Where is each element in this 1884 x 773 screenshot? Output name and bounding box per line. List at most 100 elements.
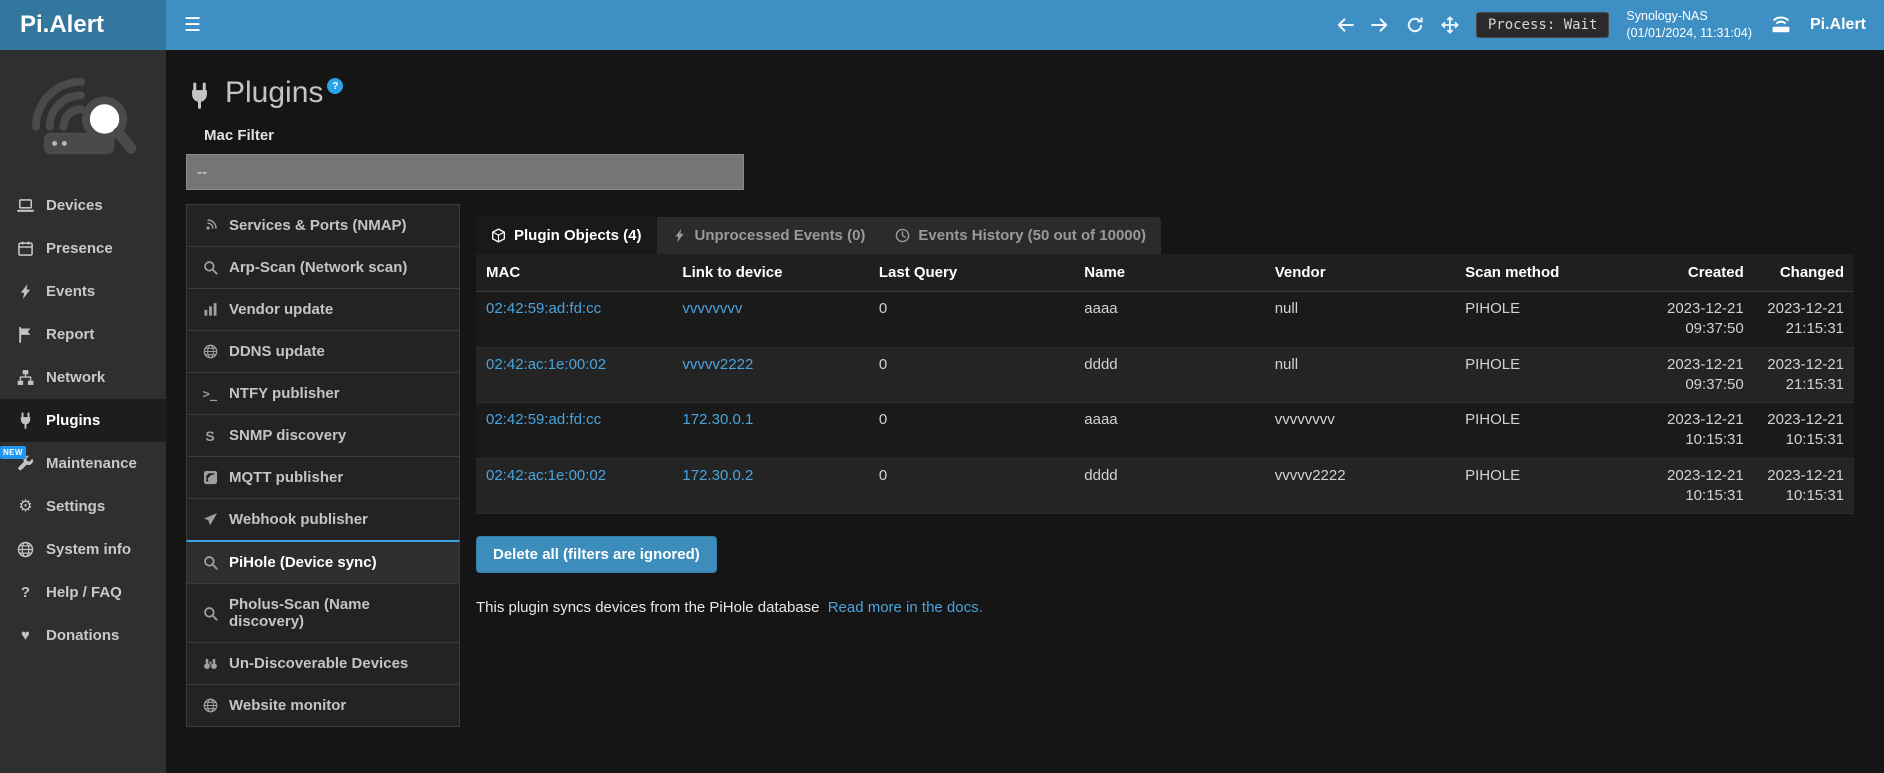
mac-link[interactable]: 02:42:59:ad:fd:cc bbox=[486, 411, 601, 428]
refresh-icon[interactable] bbox=[1406, 16, 1424, 34]
process-status-badge: Process: Wait bbox=[1476, 12, 1610, 38]
plugin-item-webhook-publisher[interactable]: Webhook publisher bbox=[186, 498, 460, 541]
vendor-cell: null bbox=[1265, 292, 1455, 348]
plugin-item-label: PiHole (Device sync) bbox=[229, 554, 377, 571]
plugin-panel: Plugin Objects (4) Unprocessed Events (0… bbox=[476, 204, 1854, 727]
last-query-cell: 0 bbox=[869, 347, 1074, 403]
sidebar-item-donations[interactable]: ♥ Donations bbox=[0, 614, 166, 657]
device-link[interactable]: 172.30.0.1 bbox=[682, 411, 753, 428]
table-row: 02:42:ac:1e:00:02vvvvv22220ddddnullPIHOL… bbox=[476, 347, 1854, 403]
plugin-item-un-discoverable-devices[interactable]: Un-Discoverable Devices bbox=[186, 642, 460, 685]
device-link[interactable]: vvvvv2222 bbox=[682, 356, 753, 373]
sidebar-item-network[interactable]: Network bbox=[0, 356, 166, 399]
plugin-item-label: Vendor update bbox=[229, 301, 333, 318]
app-logo[interactable]: Pi.Alert bbox=[0, 0, 166, 50]
question-icon: ? bbox=[16, 585, 35, 600]
device-link[interactable]: 172.30.0.2 bbox=[682, 467, 753, 484]
mac-filter-input[interactable] bbox=[186, 154, 744, 190]
plugin-item-label: Services & Ports (NMAP) bbox=[229, 217, 407, 234]
mac-link[interactable]: 02:42:ac:1e:00:02 bbox=[486, 356, 606, 373]
table-row: 02:42:59:ad:fd:cc172.30.0.10aaaavvvvvvvv… bbox=[476, 403, 1854, 459]
network-status-icon bbox=[1769, 15, 1793, 35]
search-icon bbox=[201, 555, 219, 570]
plugin-item-label: Website monitor bbox=[229, 697, 346, 714]
col-last-query: Last Query bbox=[869, 254, 1074, 292]
globe-icon bbox=[201, 698, 219, 713]
table-body: 02:42:59:ad:fd:ccvvvvvvvv0aaaanullPIHOLE… bbox=[476, 292, 1854, 514]
history-icon bbox=[895, 228, 910, 243]
sidebar-item-maintenance[interactable]: Maintenance NEW bbox=[0, 442, 166, 485]
help-badge[interactable]: ? bbox=[327, 78, 343, 94]
sidebar-item-label: Network bbox=[46, 369, 105, 386]
plugin-item-snmp-discovery[interactable]: S SNMP discovery bbox=[186, 414, 460, 457]
plugin-note-text: This plugin syncs devices from the PiHol… bbox=[476, 599, 820, 616]
tab-events-history-50-out-of-10000[interactable]: Events History (50 out of 10000) bbox=[880, 217, 1161, 254]
devices-icon bbox=[16, 197, 35, 214]
plugin-item-services-ports-nmap[interactable]: Services & Ports (NMAP) bbox=[186, 204, 460, 247]
col-mac: MAC bbox=[476, 254, 672, 292]
delete-all-button[interactable]: Delete all (filters are ignored) bbox=[476, 536, 717, 573]
sidebar-item-label: Plugins bbox=[46, 412, 100, 429]
plugin-item-website-monitor[interactable]: Website monitor bbox=[186, 684, 460, 727]
objects-table: MACLink to deviceLast QueryNameVendorSca… bbox=[476, 254, 1854, 514]
plugin-item-pihole-device-sync[interactable]: PiHole (Device sync) bbox=[186, 540, 460, 584]
sidebar-item-label: System info bbox=[46, 541, 131, 558]
plugin-item-label: Un-Discoverable Devices bbox=[229, 655, 408, 672]
sidebar-item-events[interactable]: Events bbox=[0, 270, 166, 313]
tab-plugin-objects-4[interactable]: Plugin Objects (4) bbox=[476, 217, 657, 254]
device-link[interactable]: vvvvvvvv bbox=[682, 300, 742, 317]
mac-link[interactable]: 02:42:59:ad:fd:cc bbox=[486, 300, 601, 317]
table-row: 02:42:ac:1e:00:02172.30.0.20ddddvvvvv222… bbox=[476, 458, 1854, 514]
sidebar-item-label: Presence bbox=[46, 240, 113, 257]
plugin-item-ntfy-publisher[interactable]: >_ NTFY publisher bbox=[186, 372, 460, 415]
chart-icon bbox=[201, 302, 219, 317]
search-icon bbox=[201, 260, 219, 275]
pialert-app: { "colors": { "navbar": "#3e8fc4", "logo… bbox=[0, 0, 1884, 773]
sidebar-toggle-icon[interactable]: ☰ bbox=[166, 14, 219, 37]
plugin-item-pholus-scan-name-discovery[interactable]: Pholus-Scan (Name discovery) bbox=[186, 583, 460, 643]
gear-icon: ⚙ bbox=[16, 499, 35, 515]
col-changed: Changed bbox=[1754, 254, 1854, 292]
heart-icon: ♥ bbox=[16, 628, 35, 643]
docs-link[interactable]: Read more in the docs. bbox=[828, 599, 983, 616]
sidebar-item-label: Devices bbox=[46, 197, 103, 214]
sidebar-item-label: Donations bbox=[46, 627, 119, 644]
mac-link[interactable]: 02:42:ac:1e:00:02 bbox=[486, 467, 606, 484]
page-header: Plugins ? bbox=[186, 78, 1854, 109]
sidebar-item-help-faq[interactable]: ? Help / FAQ bbox=[0, 571, 166, 614]
tab-label: Unprocessed Events (0) bbox=[695, 227, 866, 244]
plug-icon bbox=[16, 412, 35, 429]
snmp-icon: S bbox=[201, 429, 219, 443]
pialert-logo bbox=[0, 50, 166, 176]
tab-label: Events History (50 out of 10000) bbox=[918, 227, 1146, 244]
tab-unprocessed-events-0[interactable]: Unprocessed Events (0) bbox=[657, 217, 881, 254]
name-cell: aaaa bbox=[1074, 292, 1264, 348]
sidebar: Devices Presence Events Report Network P… bbox=[0, 50, 166, 773]
binoculars-icon bbox=[201, 656, 219, 671]
sidebar-item-system-info[interactable]: System info bbox=[0, 528, 166, 571]
plugin-item-mqtt-publisher[interactable]: MQTT publisher bbox=[186, 456, 460, 499]
sidebar-item-settings[interactable]: ⚙ Settings bbox=[0, 485, 166, 528]
forward-icon[interactable] bbox=[1371, 16, 1389, 34]
navbar-right: Process: Wait Synology-NAS (01/01/2024, … bbox=[1336, 8, 1884, 43]
created-cell: 2023-12-21 09:37:50 bbox=[1646, 347, 1754, 403]
col-name: Name bbox=[1074, 254, 1264, 292]
host-info: Synology-NAS (01/01/2024, 11:31:04) bbox=[1626, 8, 1752, 43]
plugin-tabs: Plugin Objects (4) Unprocessed Events (0… bbox=[476, 217, 1161, 254]
plugin-menu: Services & Ports (NMAP) Arp-Scan (Networ… bbox=[186, 204, 460, 727]
host-time: (01/01/2024, 11:31:04) bbox=[1626, 25, 1752, 43]
created-cell: 2023-12-21 09:37:50 bbox=[1646, 292, 1754, 348]
presence-icon bbox=[16, 240, 35, 257]
plugin-item-arp-scan-network-scan[interactable]: Arp-Scan (Network scan) bbox=[186, 246, 460, 289]
sidebar-item-presence[interactable]: Presence bbox=[0, 227, 166, 270]
sidebar-item-report[interactable]: Report bbox=[0, 313, 166, 356]
sidebar-item-plugins[interactable]: Plugins bbox=[0, 399, 166, 442]
plugin-item-ddns-update[interactable]: DDNS update bbox=[186, 330, 460, 373]
back-icon[interactable] bbox=[1336, 16, 1354, 34]
plugin-item-label: MQTT publisher bbox=[229, 469, 343, 486]
fullscreen-icon[interactable] bbox=[1441, 16, 1459, 34]
radar-icon bbox=[201, 218, 219, 233]
plugin-item-vendor-update[interactable]: Vendor update bbox=[186, 288, 460, 331]
col-link-to-device: Link to device bbox=[672, 254, 868, 292]
sidebar-item-devices[interactable]: Devices bbox=[0, 184, 166, 227]
